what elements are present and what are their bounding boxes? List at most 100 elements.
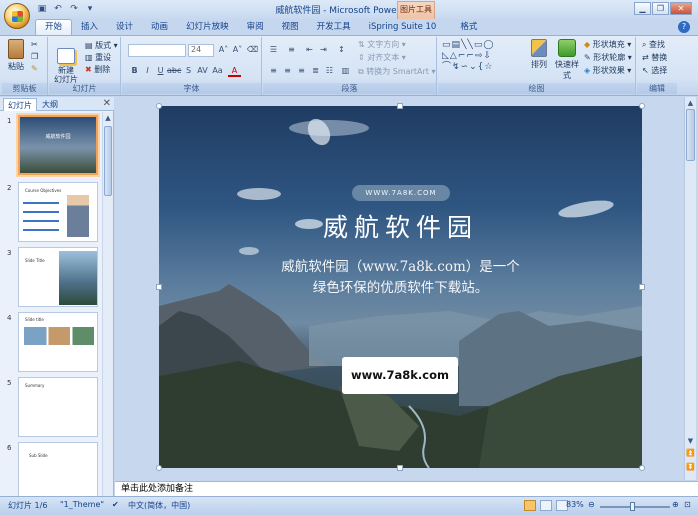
selection-handle[interactable] [156, 103, 162, 109]
selection-handle[interactable] [397, 103, 403, 109]
distribute-icon[interactable]: ☷ [323, 65, 336, 77]
tab-view[interactable]: 视图 [273, 20, 308, 35]
quick-styles-button[interactable]: 快速样式 [552, 39, 582, 81]
shape-outline-button[interactable]: ✎ 形状轮廓 ▾ [584, 52, 632, 63]
delete-icon: ✖ [85, 65, 92, 74]
selection-handle[interactable] [156, 284, 162, 290]
previous-slide-icon[interactable]: ⏫ [686, 449, 695, 457]
zoom-in-icon[interactable]: ⊕ [672, 500, 679, 509]
font-size-combo[interactable]: 24 [188, 44, 214, 57]
selection-handle[interactable] [639, 465, 645, 471]
slide-thumbnail-1[interactable]: 威航软件园 [18, 115, 98, 175]
slide-thumbnail-3[interactable]: Slide Title [18, 247, 98, 307]
increase-indent-icon[interactable]: ⇥ [317, 44, 330, 56]
tab-slides[interactable]: 幻灯片 [3, 98, 37, 111]
italic-icon[interactable]: I [141, 65, 154, 77]
minimize-button[interactable]: ▁ [634, 2, 651, 15]
numbering-icon[interactable]: ≡ [285, 44, 298, 56]
zoom-slider-thumb[interactable] [630, 502, 635, 511]
format-painter-icon[interactable]: ✎ [31, 64, 38, 73]
thumb-title: Sub Slide [29, 453, 48, 458]
current-slide[interactable]: WWW.7A8K.COM 威航软件园 威航软件园（www.7a8k.com）是一… [159, 106, 642, 468]
help-icon[interactable]: ? [678, 21, 690, 33]
tab-insert[interactable]: 插入 [72, 20, 107, 35]
selection-handle[interactable] [639, 103, 645, 109]
font-name-combo[interactable] [128, 44, 186, 57]
copy-icon[interactable]: ❐ [31, 52, 38, 61]
language[interactable]: 中文(简体，中国) [128, 500, 190, 511]
align-text-button[interactable]: ⇕ 对齐文本 ▾ [358, 52, 406, 63]
tab-slideshow[interactable]: 幻灯片放映 [177, 20, 238, 35]
smartart-button[interactable]: ⧉ 转换为 SmartArt ▾ [358, 66, 435, 77]
panel-scroll-thumb[interactable] [104, 126, 112, 196]
slide-scroll-thumb[interactable] [686, 109, 695, 161]
office-button[interactable] [4, 3, 30, 29]
underline-icon[interactable]: U [154, 65, 167, 77]
thumb-title: Slide Title [25, 258, 45, 263]
next-slide-icon[interactable]: ⏬ [686, 463, 695, 471]
close-button[interactable]: ✕ [670, 2, 692, 15]
scroll-up-icon[interactable]: ▲ [686, 99, 695, 107]
tab-format[interactable]: 格式 [451, 20, 486, 35]
zoom-out-icon[interactable]: ⊖ [588, 500, 595, 509]
shadow-icon[interactable]: S [182, 65, 195, 77]
shape-effects-button[interactable]: ◈ 形状效果 ▾ [584, 65, 631, 76]
align-center-icon[interactable]: ≡ [281, 65, 294, 77]
panel-close-icon[interactable]: ✕ [103, 98, 111, 110]
align-left-icon[interactable]: ≡ [267, 65, 280, 77]
panel-scrollbar[interactable]: ▲ [102, 112, 113, 496]
selection-handle[interactable] [397, 465, 403, 471]
selection-handle[interactable] [639, 284, 645, 290]
slide-scrollbar[interactable]: ▲ ▼ ⏫ ⏬ [684, 97, 696, 480]
tab-developer[interactable]: 开发工具 [308, 20, 360, 35]
paste-button[interactable]: 粘贴 [5, 39, 27, 72]
justify-icon[interactable]: ≣ [309, 65, 322, 77]
zoom-slider[interactable] [600, 506, 670, 508]
cut-icon[interactable]: ✂ [31, 40, 38, 49]
grow-font-icon[interactable]: A˄ [217, 44, 230, 56]
bold-icon[interactable]: B [128, 65, 141, 77]
bullets-icon[interactable]: ☰ [267, 44, 280, 56]
decrease-indent-icon[interactable]: ⇤ [303, 44, 316, 56]
columns-icon[interactable]: ▥ [339, 65, 352, 77]
zoom-level[interactable]: 83% [566, 500, 584, 509]
shape-fill-label: 形状填充 [592, 40, 625, 49]
change-case-icon[interactable]: Aa [211, 65, 224, 77]
tab-design[interactable]: 设计 [107, 20, 142, 35]
selection-handle[interactable] [156, 465, 162, 471]
strikethrough-icon[interactable]: abc [167, 65, 181, 77]
char-spacing-icon[interactable]: AV [196, 65, 209, 77]
align-right-icon[interactable]: ≡ [295, 65, 308, 77]
layout-button[interactable]: ▤ 版式 ▾ [85, 40, 118, 51]
slide-sorter-icon[interactable] [540, 500, 552, 511]
delete-slide-button[interactable]: ✖ 删除 [85, 64, 110, 75]
line-spacing-icon[interactable]: ↕ [335, 44, 348, 56]
reset-button[interactable]: ▥ 重设 [85, 52, 111, 63]
slide-thumbnail-5[interactable]: Summary [18, 377, 98, 437]
replace-button[interactable]: ⇄ 替换 [642, 52, 667, 63]
text-direction-button[interactable]: ⇅ 文字方向 ▾ [358, 39, 406, 50]
arrange-button[interactable]: 排列 [528, 39, 550, 70]
scroll-down-icon[interactable]: ▼ [686, 437, 695, 445]
restore-button[interactable]: ❐ [652, 2, 669, 15]
notes-pane[interactable]: 单击此处添加备注 [115, 481, 698, 496]
shrink-font-icon[interactable]: A˅ [231, 44, 244, 56]
font-color-icon[interactable]: A [228, 65, 241, 77]
select-button[interactable]: ↖ 选择 [642, 65, 667, 76]
slide-thumbnail-6[interactable]: Sub Slide [18, 442, 98, 496]
slide-thumbnail-4[interactable]: Slide title [18, 312, 98, 372]
spellcheck-icon[interactable]: ✔ [112, 500, 119, 509]
scroll-up-icon[interactable]: ▲ [104, 114, 112, 124]
shape-fill-button[interactable]: ◆ 形状填充 ▾ [584, 39, 631, 50]
normal-view-icon[interactable] [524, 500, 536, 511]
fit-to-window-icon[interactable]: ⊡ [684, 500, 691, 509]
find-button[interactable]: ⌕ 查找 [642, 39, 665, 50]
tab-review[interactable]: 审阅 [238, 20, 273, 35]
tab-outline[interactable]: 大纲 [38, 98, 62, 111]
tab-animations[interactable]: 动画 [142, 20, 177, 35]
tab-home[interactable]: 开始 [35, 19, 73, 35]
slide-thumbnail-2[interactable]: Course Objectives [18, 182, 98, 242]
tab-ispring[interactable]: iSpring Suite 10 [360, 20, 446, 35]
clear-format-icon[interactable]: ⌫ [246, 44, 259, 56]
shapes-gallery[interactable]: ▭▤╲╲▭◯ ◺△⌐⌐⇨⇩ ⌒↯∽⌄{☆ [442, 40, 522, 76]
